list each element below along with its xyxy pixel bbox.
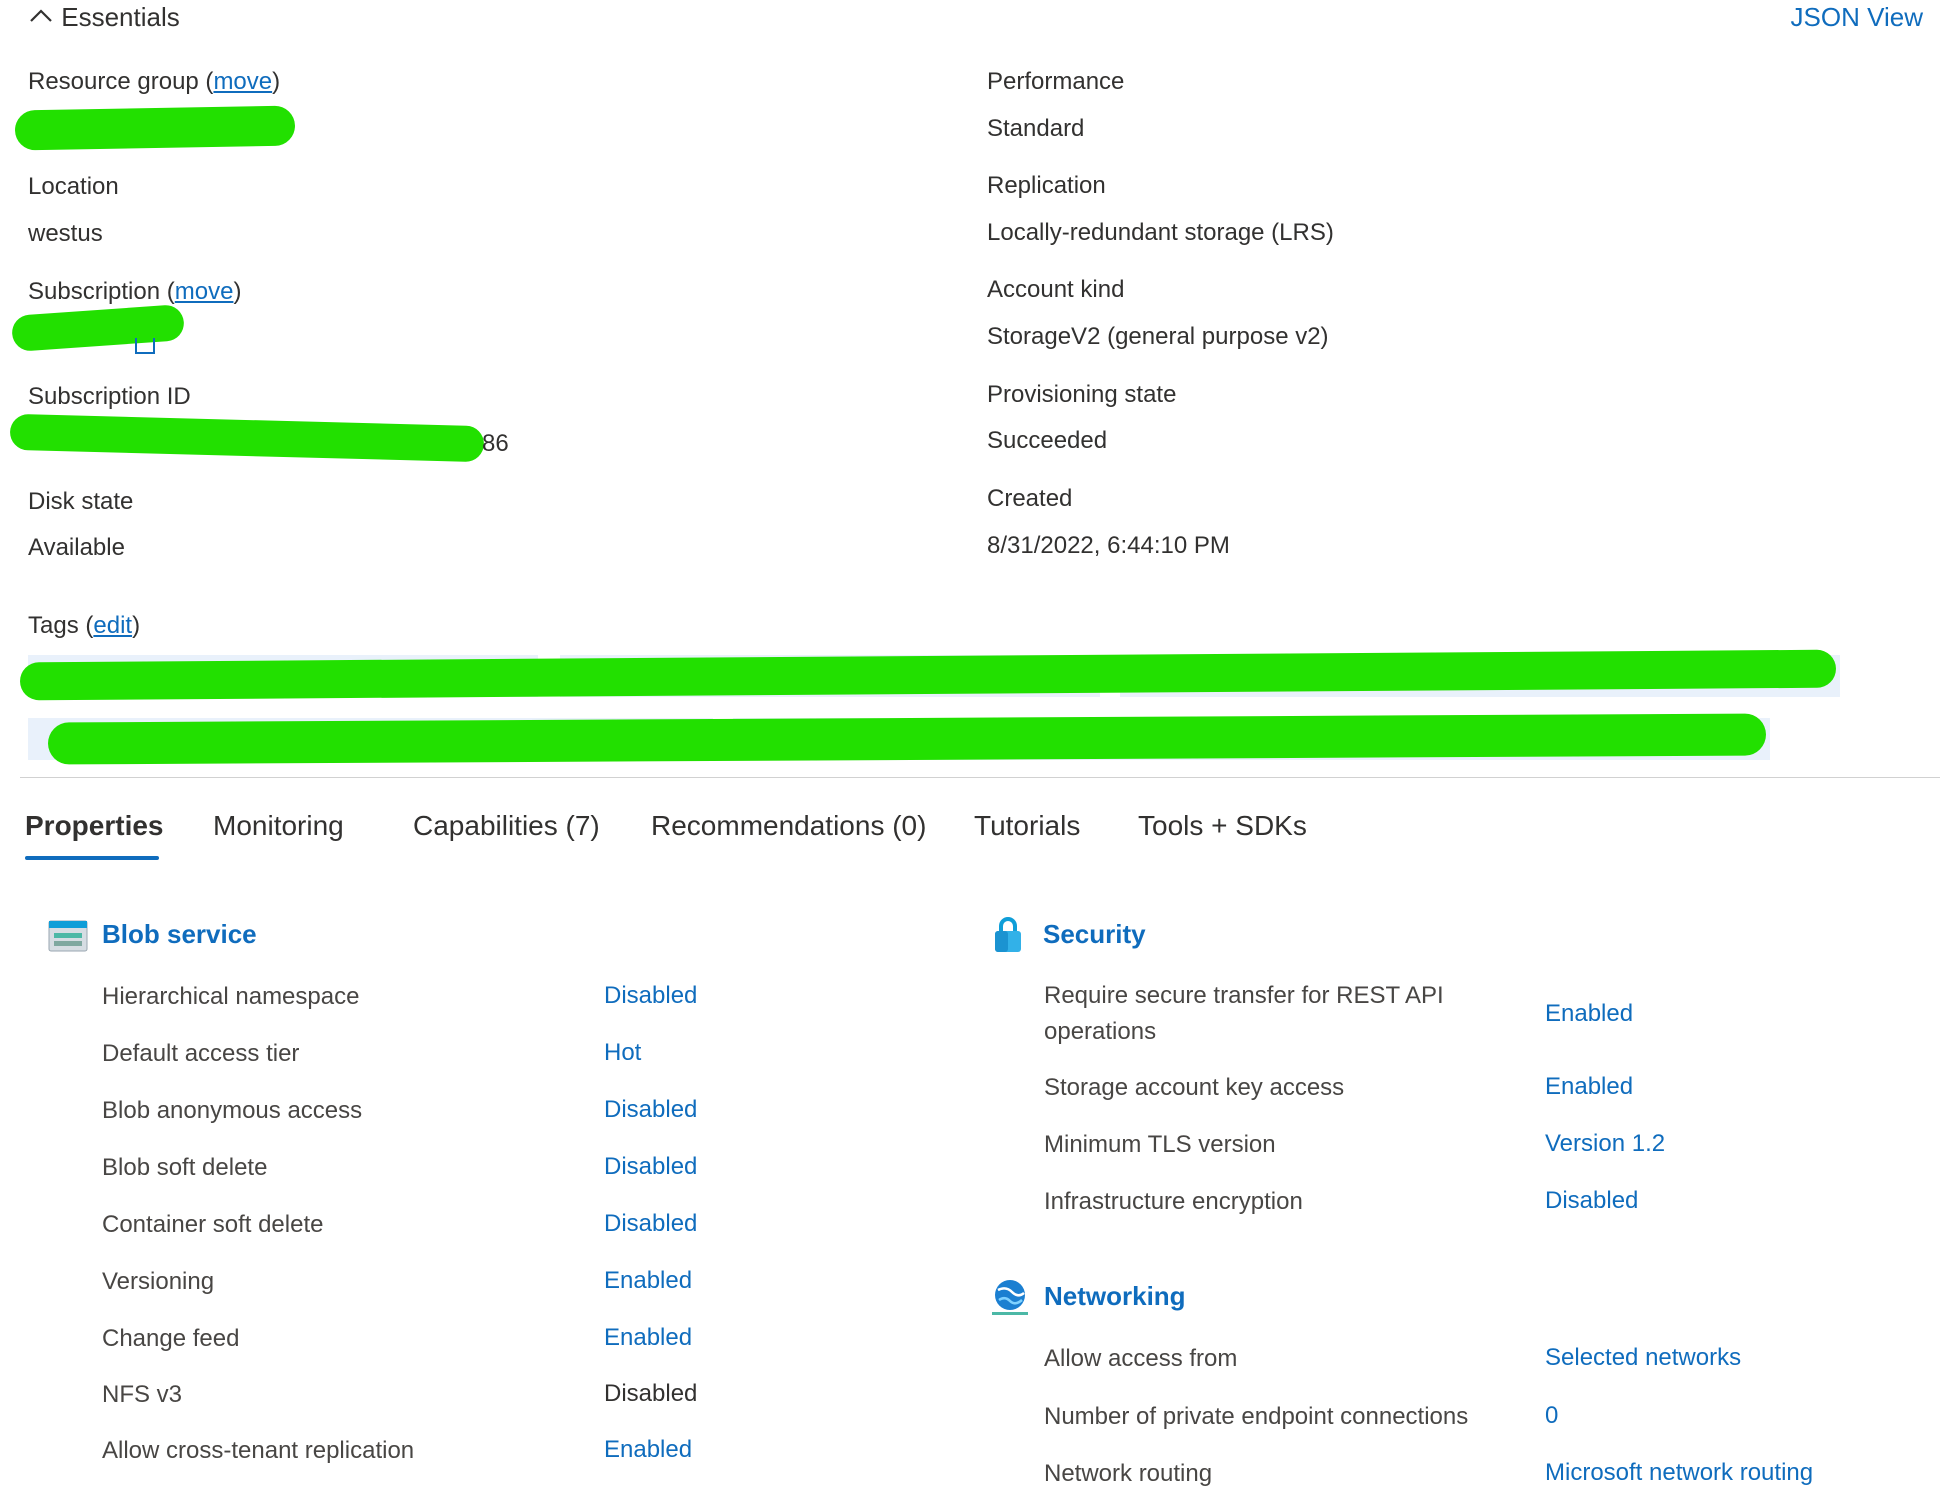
change-feed-label: Change feed xyxy=(102,1325,240,1352)
allow-access-from-value[interactable]: Selected networks xyxy=(1545,1344,1741,1372)
resource-group-label: Resource group (move) xyxy=(28,68,281,95)
provisioning-state-label: Provisioning state xyxy=(987,381,1177,408)
subscription-move-link[interactable]: move xyxy=(175,278,234,305)
tab-recommendations[interactable]: Recommendations (0) xyxy=(651,810,926,842)
tab-capabilities[interactable]: Capabilities (7) xyxy=(413,810,600,842)
chevron-up-icon xyxy=(30,9,52,22)
subscription-id-label: Subscription ID xyxy=(28,383,191,410)
cross-tenant-replication-label: Allow cross-tenant replication xyxy=(102,1437,415,1464)
subscription-id-tail: 86 xyxy=(482,430,509,457)
tags-edit-link[interactable]: edit xyxy=(93,612,132,639)
lock-icon xyxy=(995,917,1021,952)
divider xyxy=(20,777,1940,778)
provisioning-state-value: Succeeded xyxy=(987,427,1108,454)
default-access-tier-label: Default access tier xyxy=(102,1040,300,1067)
tags-label: Tags (edit) xyxy=(28,612,141,639)
secure-transfer-label-line2: operations xyxy=(1044,1018,1157,1045)
security-title: Security xyxy=(1043,919,1146,949)
created-label: Created xyxy=(987,485,1073,512)
tab-monitoring[interactable]: Monitoring xyxy=(213,810,344,842)
nfs-v3-value: Disabled xyxy=(604,1380,698,1407)
change-feed-value[interactable]: Enabled xyxy=(604,1324,692,1352)
networking-title: Networking xyxy=(1044,1281,1186,1311)
blob-storage-icon xyxy=(48,920,88,952)
storage-key-access-value[interactable]: Enabled xyxy=(1545,1073,1633,1101)
private-endpoint-connections-value[interactable]: 0 xyxy=(1545,1402,1558,1430)
container-soft-delete-value[interactable]: Disabled xyxy=(604,1210,697,1238)
private-endpoint-connections-label: Number of private endpoint connections xyxy=(1044,1403,1469,1430)
default-access-tier-value[interactable]: Hot xyxy=(604,1039,641,1067)
blob-soft-delete-label: Blob soft delete xyxy=(102,1154,268,1181)
network-routing-value[interactable]: Microsoft network routing xyxy=(1545,1459,1813,1487)
location-label: Location xyxy=(28,173,119,200)
allow-access-from-label: Allow access from xyxy=(1044,1345,1238,1372)
minimum-tls-value[interactable]: Version 1.2 xyxy=(1545,1130,1665,1158)
secure-transfer-value[interactable]: Enabled xyxy=(1545,1000,1633,1028)
disk-state-label: Disk state xyxy=(28,488,134,515)
tab-tools-sdks[interactable]: Tools + SDKs xyxy=(1138,810,1307,842)
account-kind-value: StorageV2 (general purpose v2) xyxy=(987,323,1329,350)
hierarchical-namespace-label: Hierarchical namespace xyxy=(102,983,360,1010)
performance-value: Standard xyxy=(987,115,1085,142)
tab-active-indicator xyxy=(25,856,159,860)
versioning-value[interactable]: Enabled xyxy=(604,1267,692,1295)
performance-label: Performance xyxy=(987,68,1125,95)
redacted-subscription xyxy=(10,304,186,352)
infrastructure-encryption-value[interactable]: Disabled xyxy=(1545,1187,1638,1215)
infrastructure-encryption-label: Infrastructure encryption xyxy=(1044,1188,1303,1215)
replication-label: Replication xyxy=(987,172,1106,199)
blob-anonymous-access-value[interactable]: Disabled xyxy=(604,1096,697,1124)
globe-network-icon xyxy=(992,1280,1028,1315)
tab-properties[interactable]: Properties xyxy=(25,810,164,842)
subscription-label: Subscription (move) xyxy=(28,278,242,305)
redacted-resource-group xyxy=(14,105,296,151)
resource-group-move-link[interactable]: move xyxy=(213,68,272,95)
account-kind-label: Account kind xyxy=(987,276,1125,303)
secure-transfer-label-line1: Require secure transfer for REST API xyxy=(1044,982,1444,1009)
created-value: 8/31/2022, 6:44:10 PM xyxy=(987,532,1230,559)
container-soft-delete-label: Container soft delete xyxy=(102,1211,324,1238)
disk-state-value: Available xyxy=(28,534,125,561)
cross-tenant-replication-value[interactable]: Enabled xyxy=(604,1436,692,1464)
storage-key-access-label: Storage account key access xyxy=(1044,1074,1345,1101)
nfs-v3-label: NFS v3 xyxy=(102,1381,183,1408)
location-value: westus xyxy=(28,220,103,247)
essentials-toggle[interactable]: Essentials xyxy=(28,2,180,33)
redacted-tags-row-2 xyxy=(47,713,1767,765)
minimum-tls-label: Minimum TLS version xyxy=(1044,1131,1276,1158)
hierarchical-namespace-value[interactable]: Disabled xyxy=(604,982,697,1010)
json-view-link[interactable]: JSON View xyxy=(1791,2,1923,33)
blob-soft-delete-value[interactable]: Disabled xyxy=(604,1153,697,1181)
replication-value: Locally-redundant storage (LRS) xyxy=(987,219,1334,246)
versioning-label: Versioning xyxy=(102,1268,215,1295)
blob-service-title: Blob service xyxy=(102,919,257,949)
essentials-title: Essentials xyxy=(61,2,180,32)
tab-tutorials[interactable]: Tutorials xyxy=(974,810,1080,842)
blob-anonymous-access-label: Blob anonymous access xyxy=(102,1097,363,1124)
copy-icon[interactable] xyxy=(135,338,155,354)
network-routing-label: Network routing xyxy=(1044,1460,1213,1487)
redacted-subscription-id xyxy=(9,413,485,463)
